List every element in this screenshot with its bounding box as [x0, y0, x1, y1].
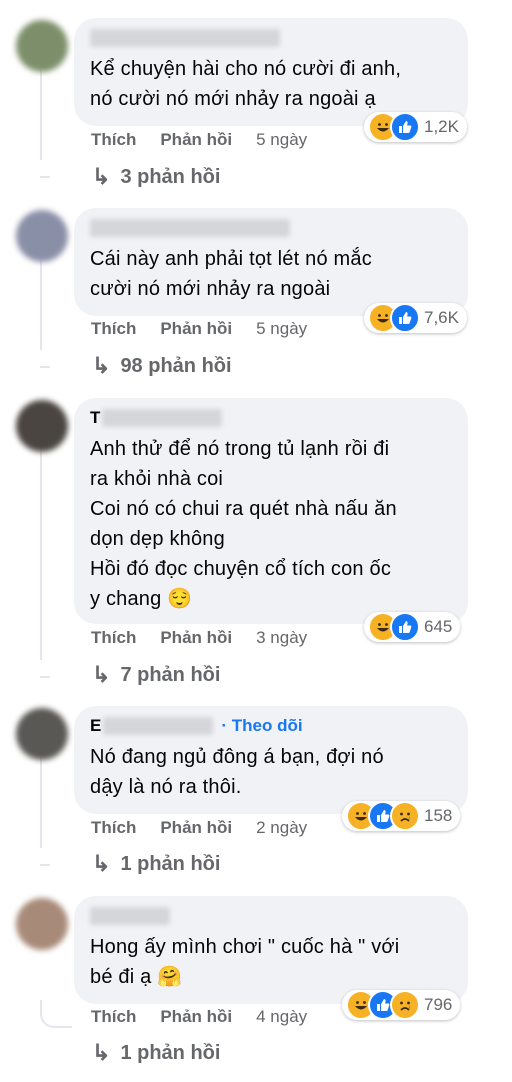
reaction-summary[interactable]: 7,6K: [364, 303, 467, 333]
comment-text: Cái này anh phải tọt lét nó mắc cười nó …: [90, 248, 372, 300]
reply-arrow-icon: ↳: [92, 851, 111, 876]
comment-age[interactable]: 3 ngày: [256, 628, 307, 648]
comment-actions: Thích Phản hồi 5 ngày: [91, 130, 307, 150]
thread-line: [40, 748, 42, 848]
avatar[interactable]: [16, 20, 68, 72]
author-initial: E: [90, 716, 102, 735]
comment-bubble: Kể chuyện hài cho nó cười đi anh, nó cườ…: [74, 18, 468, 126]
reaction-count: 796: [424, 995, 453, 1014]
thread-dash: [40, 864, 50, 866]
like-link[interactable]: Thích: [91, 818, 136, 838]
replies-count: 98 phản hồi: [120, 354, 232, 377]
reaction-count: 1,2K: [424, 117, 459, 136]
reply-arrow-icon: ↳: [92, 662, 111, 687]
sad-icon: [390, 990, 420, 1020]
comment-bubble: T Anh thử để nó trong tủ lạnh rồi đi ra …: [74, 398, 468, 624]
follow-label: Theo dõi: [231, 716, 303, 735]
comment-actions: Thích Phản hồi 2 ngày: [91, 818, 307, 838]
view-replies-link[interactable]: ↳ 3 phản hồi: [92, 164, 220, 190]
comment-bubble: Cái này anh phải tọt lét nó mắc cười nó …: [74, 208, 468, 316]
reaction-count: 7,6K: [424, 308, 459, 327]
comment-age[interactable]: 4 ngày: [256, 1007, 307, 1027]
comment-text: Hong ấy mình chơi " cuốc hà " với bé đi …: [90, 936, 400, 988]
reaction-summary[interactable]: 1,2K: [364, 112, 467, 142]
thread-dash: [40, 676, 50, 678]
reply-link[interactable]: Phản hồi: [160, 818, 232, 838]
reply-arrow-icon: ↳: [92, 353, 111, 378]
reply-arrow-icon: ↳: [92, 1040, 111, 1065]
like-link[interactable]: Thích: [91, 1007, 136, 1027]
avatar[interactable]: [16, 210, 68, 262]
reaction-count: 158: [424, 806, 453, 825]
view-replies-link[interactable]: ↳ 98 phản hồi: [92, 353, 232, 379]
like-icon: [390, 612, 420, 642]
comment-actions: Thích Phản hồi 5 ngày: [91, 319, 307, 339]
avatar[interactable]: [16, 708, 68, 760]
like-link[interactable]: Thích: [91, 130, 136, 150]
avatar[interactable]: [16, 400, 68, 452]
reaction-summary[interactable]: 796: [342, 990, 461, 1020]
reply-arrow-icon: ↳: [92, 164, 111, 189]
replies-count: 3 phản hồi: [120, 165, 221, 188]
comment-actions: Thích Phản hồi 3 ngày: [91, 628, 307, 648]
view-replies-link[interactable]: ↳ 1 phản hồi: [92, 1040, 220, 1066]
comment-age[interactable]: 5 ngày: [256, 319, 307, 339]
like-icon: [390, 112, 420, 142]
avatar[interactable]: [16, 898, 68, 950]
view-replies-link[interactable]: ↳ 1 phản hồi: [92, 851, 220, 877]
author-name[interactable]: [90, 28, 280, 48]
reaction-summary[interactable]: 158: [342, 801, 461, 831]
replies-count: 1 phản hồi: [120, 1041, 221, 1064]
replies-count: 1 phản hồi: [120, 852, 221, 875]
thread-dash: [40, 366, 50, 368]
view-replies-link[interactable]: ↳ 7 phản hồi: [92, 662, 220, 688]
follow-link[interactable]: · Theo dõi: [221, 716, 302, 736]
author-name[interactable]: [90, 218, 290, 238]
reply-link[interactable]: Phản hồi: [160, 130, 232, 150]
thread-corner: [40, 1000, 72, 1028]
thread-line: [40, 440, 42, 660]
comment-text: Anh thử để nó trong tủ lạnh rồi đi ra kh…: [90, 438, 397, 610]
comment-text: Nó đang ngủ đông á bạn, đợi nó dậy là nó…: [90, 746, 384, 798]
comment-text: Kể chuyện hài cho nó cười đi anh, nó cườ…: [90, 58, 402, 110]
author-name[interactable]: [90, 906, 170, 926]
like-icon: [390, 303, 420, 333]
reaction-count: 645: [424, 617, 453, 636]
comment-bubble: Hong ấy mình chơi " cuốc hà " với bé đi …: [74, 896, 468, 1004]
reply-link[interactable]: Phản hồi: [160, 628, 232, 648]
thread-line: [40, 60, 42, 160]
author-name[interactable]: E · Theo dõi: [90, 716, 303, 736]
reply-link[interactable]: Phản hồi: [160, 1007, 232, 1027]
author-name[interactable]: T: [90, 408, 223, 428]
comment-age[interactable]: 5 ngày: [256, 130, 307, 150]
comment-actions: Thích Phản hồi 4 ngày: [91, 1007, 307, 1027]
reply-link[interactable]: Phản hồi: [160, 319, 232, 339]
author-initial: T: [90, 408, 101, 427]
like-link[interactable]: Thích: [91, 628, 136, 648]
comment-bubble: E · Theo dõi Nó đang ngủ đông á bạn, đợi…: [74, 706, 468, 814]
reaction-summary[interactable]: 645: [364, 612, 461, 642]
sad-icon: [390, 801, 420, 831]
comment-age[interactable]: 2 ngày: [256, 818, 307, 838]
like-link[interactable]: Thích: [91, 319, 136, 339]
replies-count: 7 phản hồi: [120, 663, 221, 686]
thread-dash: [40, 176, 50, 178]
thread-line: [40, 250, 42, 350]
